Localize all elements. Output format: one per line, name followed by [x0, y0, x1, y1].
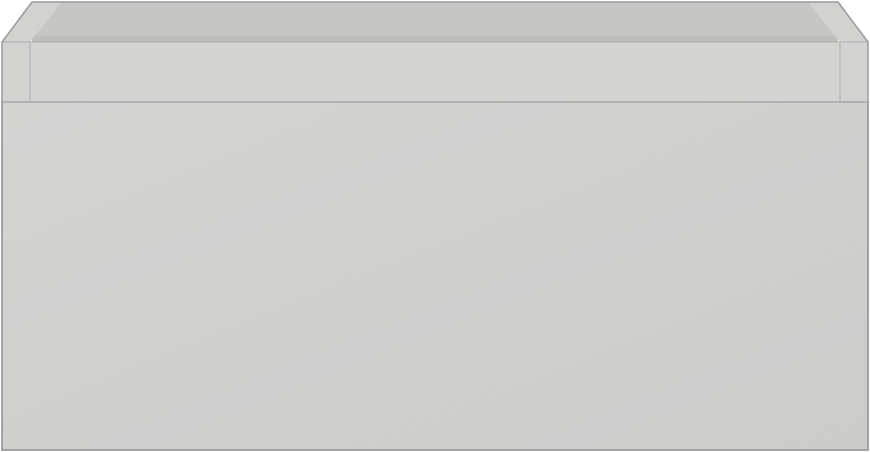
- drawer-illustration: [1, 1, 869, 451]
- drawer-rim-inner-face: [29, 41, 841, 103]
- drawer-front-panel: [1, 101, 869, 451]
- product-render: [0, 0, 870, 452]
